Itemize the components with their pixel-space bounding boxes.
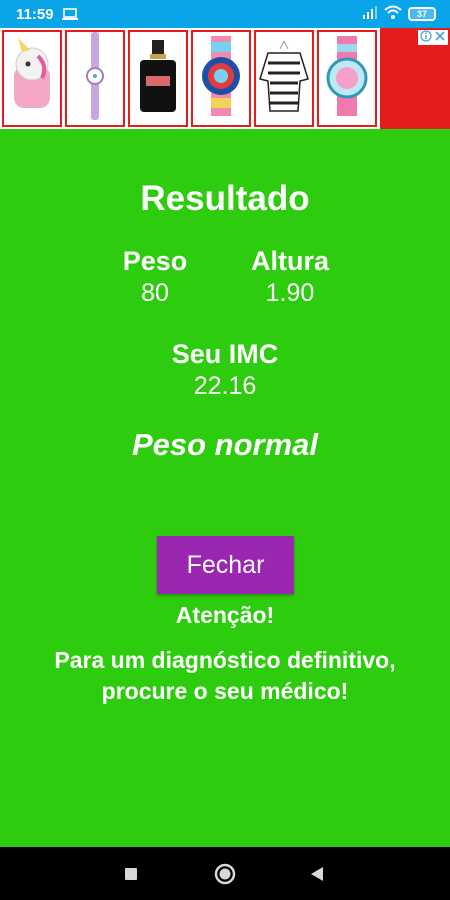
info-icon[interactable] bbox=[420, 30, 432, 45]
home-icon[interactable] bbox=[212, 861, 238, 887]
bmi-classification: Peso normal bbox=[131, 427, 319, 462]
perfume-bottle-icon bbox=[136, 36, 180, 121]
teal-watch-icon bbox=[323, 36, 371, 121]
kids-watch-icon bbox=[83, 32, 107, 125]
height-label: Altura bbox=[250, 246, 329, 276]
close-button[interactable]: Fechar bbox=[157, 536, 294, 594]
ad-red-panel[interactable] bbox=[380, 28, 450, 129]
ad-badge[interactable] bbox=[418, 30, 448, 45]
striped-sweater-icon bbox=[258, 39, 310, 118]
recent-apps-icon[interactable] bbox=[118, 861, 144, 887]
bmi-value: 22.16 bbox=[193, 372, 257, 400]
height-value: 1.90 bbox=[265, 279, 315, 307]
warning-title: Atenção! bbox=[175, 602, 275, 628]
weight-label: Peso bbox=[122, 246, 188, 276]
wifi-icon bbox=[384, 5, 402, 23]
height-metric: Altura 1.90 bbox=[235, 246, 345, 308]
ad-tile-kids-watch[interactable] bbox=[65, 30, 125, 127]
bmi-metric: Seu IMC 22.16 bbox=[145, 339, 305, 401]
page-title: Resultado bbox=[140, 179, 310, 218]
ad-banner[interactable] bbox=[0, 28, 450, 129]
back-icon[interactable] bbox=[304, 861, 330, 887]
blue-red-watch-icon bbox=[197, 36, 245, 121]
laptop-icon bbox=[61, 8, 78, 20]
weight-metric: Peso 80 bbox=[100, 246, 210, 308]
ad-tile-teal-watch[interactable] bbox=[317, 30, 377, 127]
ad-tile-perfume[interactable] bbox=[128, 30, 188, 127]
ad-tile-striped-sweater[interactable] bbox=[254, 30, 314, 127]
bmi-label: Seu IMC bbox=[171, 339, 279, 369]
unicorn-watch-icon bbox=[8, 36, 56, 121]
ad-tile-unicorn-watch[interactable] bbox=[2, 30, 62, 127]
ad-tile-blue-red-watch[interactable] bbox=[191, 30, 251, 127]
weight-value: 80 bbox=[141, 279, 169, 307]
status-bar: 11:59 37 bbox=[0, 0, 450, 28]
status-time: 11:59 bbox=[16, 5, 54, 23]
signal-icon bbox=[362, 5, 378, 23]
navigation-bar bbox=[0, 847, 450, 900]
result-screen: Resultado Peso 80 Altura 1.90 Seu IMC 22… bbox=[0, 129, 450, 847]
close-icon[interactable] bbox=[434, 30, 446, 45]
battery-icon: 37 bbox=[408, 7, 436, 21]
warning-text: Para um diagnóstico definitivo, procure … bbox=[54, 647, 396, 704]
